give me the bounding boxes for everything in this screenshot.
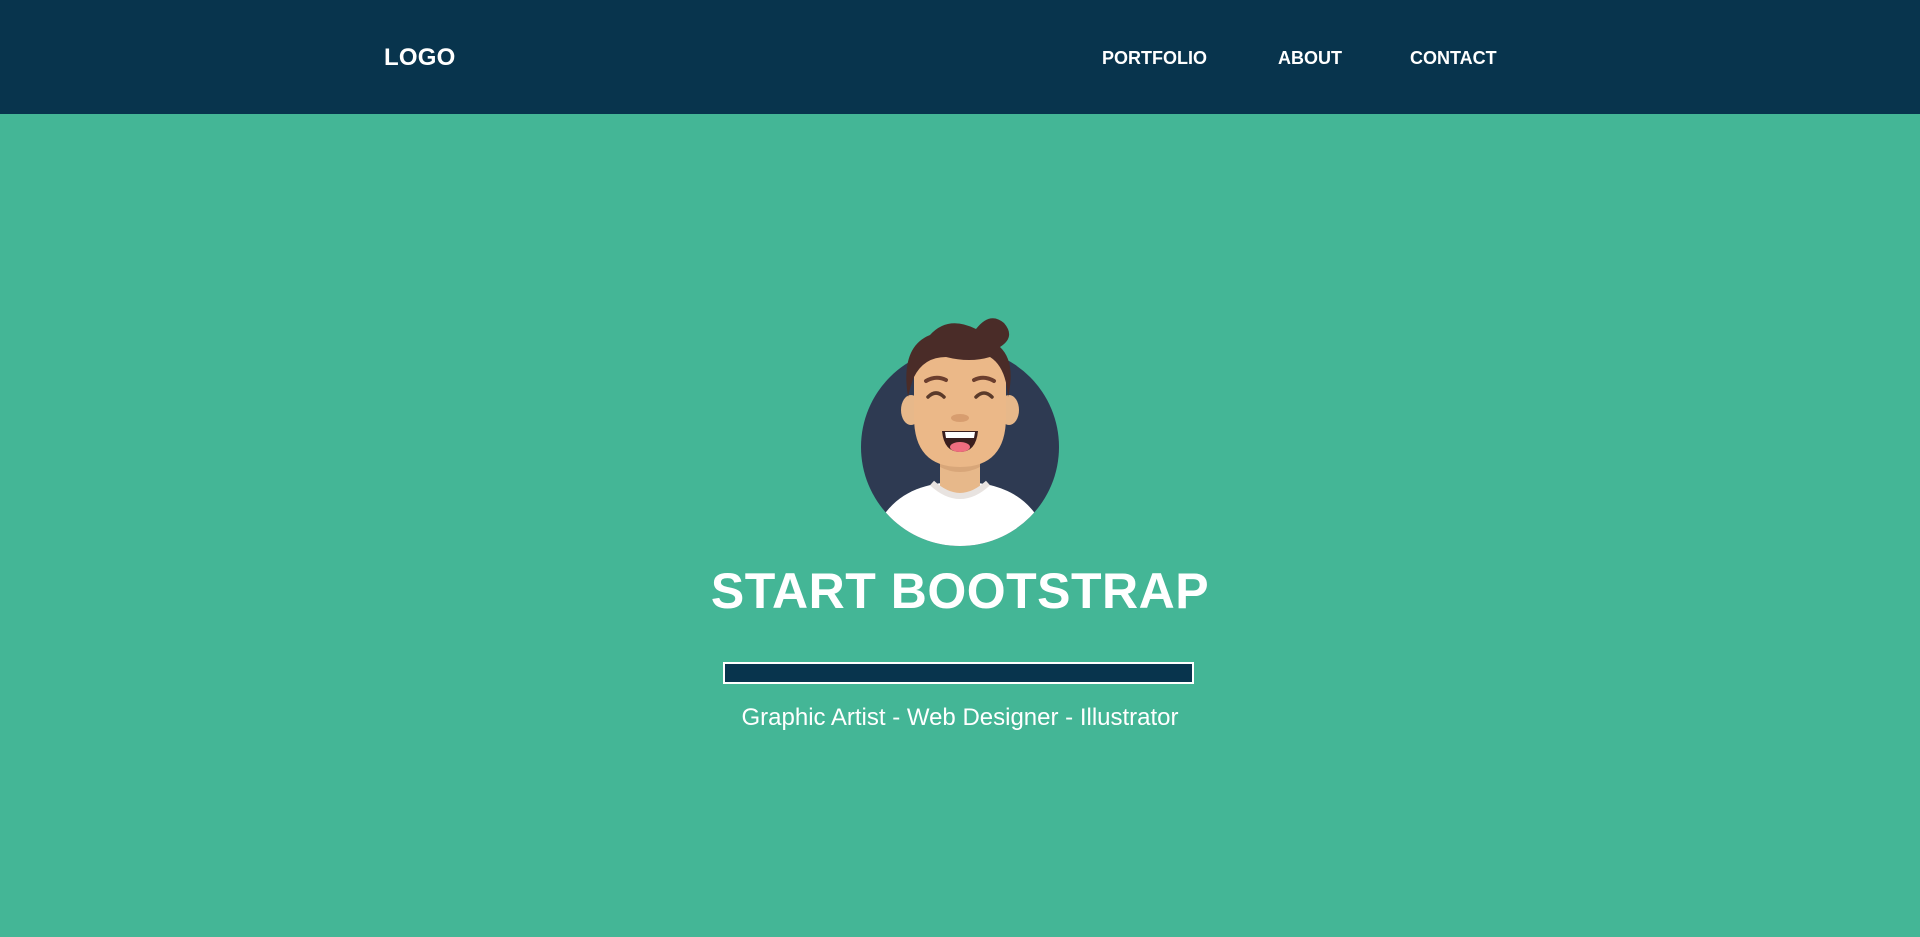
hero-subtitle: Graphic Artist - Web Designer - Illustra… bbox=[741, 704, 1179, 731]
nav-link-about[interactable]: ABOUT bbox=[1278, 48, 1342, 69]
smiling-person-avatar-icon bbox=[861, 318, 1059, 546]
nav-link-contact[interactable]: CONTACT bbox=[1410, 48, 1497, 69]
nav-links: PORTFOLIO ABOUT CONTACT bbox=[0, 48, 1920, 72]
hero-title: START BOOTSTRAP bbox=[710, 563, 1210, 619]
navbar: LOGO PORTFOLIO ABOUT CONTACT bbox=[0, 0, 1920, 114]
hero-divider bbox=[723, 662, 1194, 684]
hero-section: START BOOTSTRAP Graphic Artist - Web Des… bbox=[0, 114, 1920, 937]
nav-link-portfolio[interactable]: PORTFOLIO bbox=[1102, 48, 1207, 69]
